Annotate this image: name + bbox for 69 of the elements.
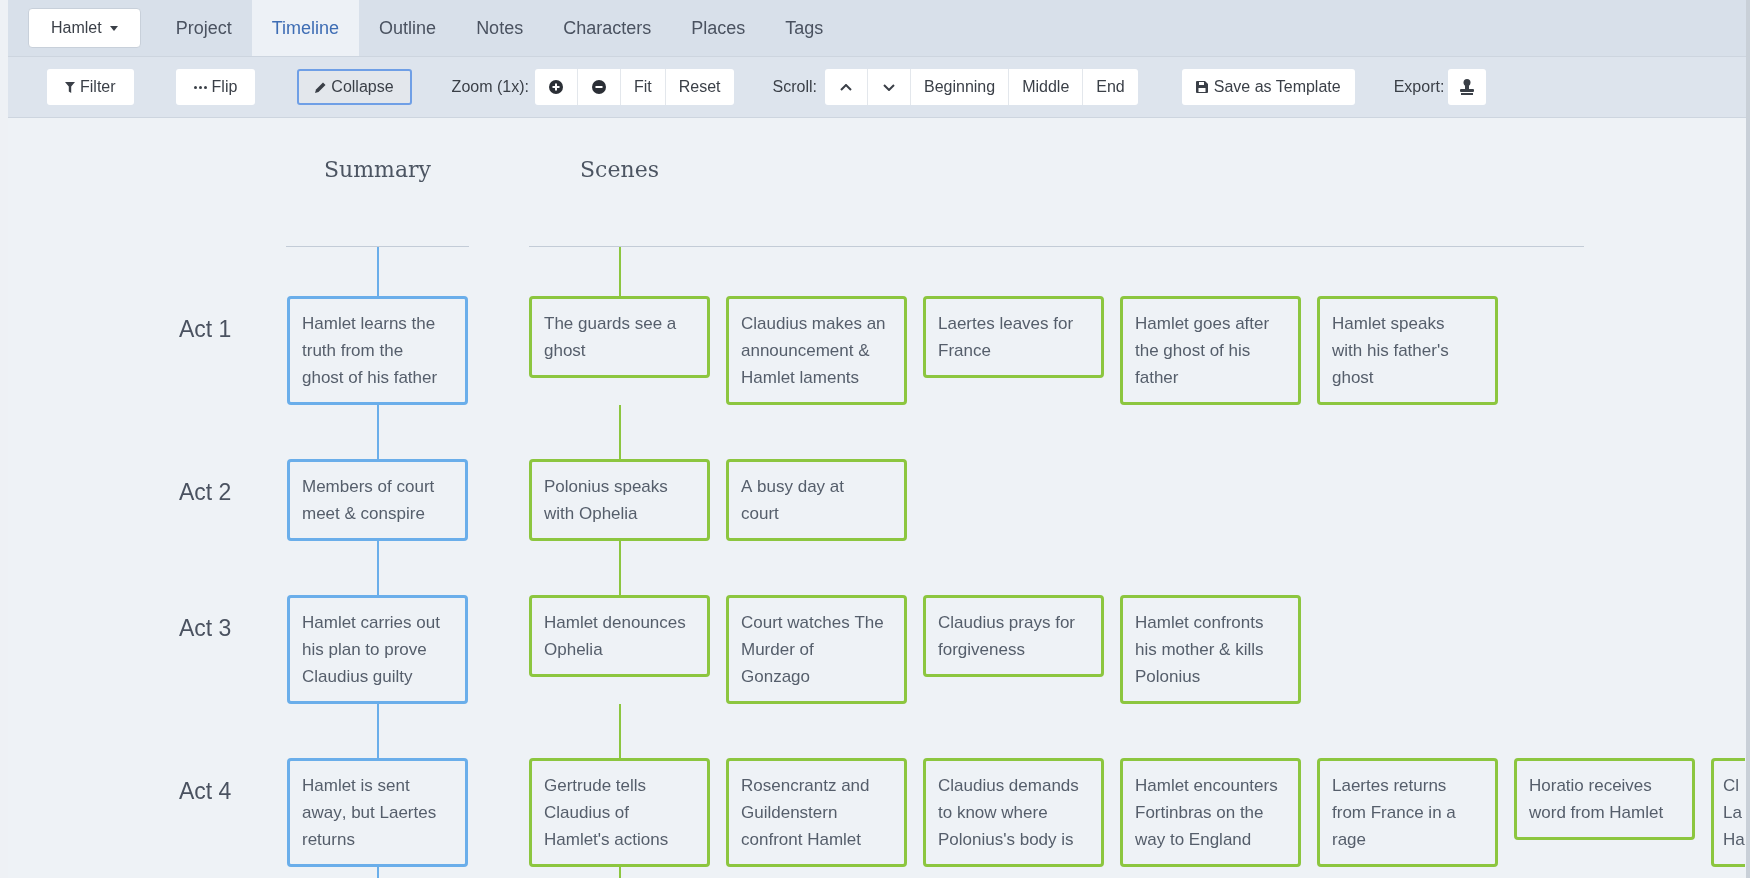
- column-heading: Summary: [323, 156, 432, 184]
- nav-tab[interactable]: Timeline: [251, 0, 360, 56]
- connector-line: [618, 405, 621, 459]
- scene-card[interactable]: Hamlet denounces Ophelia: [529, 595, 710, 677]
- scene-card[interactable]: Horatio receives word from Hamlet: [1514, 758, 1695, 840]
- scene-card[interactable]: Hamlet confronts his mother & kills Polonius: [1120, 595, 1301, 704]
- dots-icon: [193, 85, 207, 89]
- summary-card[interactable]: Hamlet learns the truth from the ghost of his father: [287, 296, 468, 405]
- nav-tab[interactable]: Notes: [456, 0, 544, 56]
- zoom-in-button[interactable]: [534, 69, 577, 105]
- scene-card[interactable]: Claudius makes an announcement & Hamlet laments: [726, 296, 907, 405]
- scene-card[interactable]: Claudius demands to know where Polonius's body is: [923, 758, 1104, 867]
- zoom-label: Zoom (1x):: [451, 77, 529, 97]
- nav-tab[interactable]: Outline: [359, 0, 457, 56]
- chevron-up-icon: [840, 83, 852, 91]
- collapse-button[interactable]: Collapse: [297, 69, 412, 105]
- flip-button[interactable]: Flip: [175, 69, 256, 105]
- save-template-button[interactable]: Save as Template: [1181, 69, 1355, 105]
- chevron-down-icon: [883, 83, 895, 91]
- scroll-option-button[interactable]: Middle: [1008, 69, 1083, 105]
- save-icon: [1195, 81, 1208, 93]
- act-label: Act 2: [179, 478, 233, 507]
- connector-line: [618, 247, 621, 296]
- scene-card[interactable]: A busy day at court: [726, 459, 907, 541]
- column-heading: Scenes: [579, 156, 660, 184]
- nav-tab[interactable]: Tags: [765, 0, 844, 56]
- nav-tab[interactable]: Characters: [543, 0, 672, 56]
- scene-card[interactable]: Court watches The Murder of Gonzago: [726, 595, 907, 704]
- scene-card[interactable]: Hamlet encounters Fortinbras on the way to England: [1120, 758, 1301, 867]
- nav-tab[interactable]: Places: [671, 0, 766, 56]
- scene-card[interactable]: Claudius prays for forgiveness: [923, 595, 1104, 677]
- zoom-out-button[interactable]: [576, 69, 620, 105]
- filter-icon: [65, 81, 75, 93]
- scene-card[interactable]: Hamlet speaks with his father's ghost: [1317, 296, 1498, 405]
- scroll-option-button[interactable]: End: [1082, 69, 1138, 105]
- zoom-option-button[interactable]: Reset: [664, 69, 734, 105]
- export-label: Export:: [1393, 77, 1445, 97]
- scene-card[interactable]: Gertrude tells Claudius of Hamlet's actions: [529, 758, 710, 867]
- connector-line: [376, 247, 379, 296]
- act-label: Act 1: [179, 315, 233, 344]
- zoom-out-icon: [591, 80, 606, 94]
- scene-card[interactable]: Polonius speaks with Ophelia: [529, 459, 710, 541]
- connector-line: [618, 541, 621, 595]
- pencil-icon: [315, 81, 327, 93]
- scroll-label: Scroll:: [772, 77, 817, 97]
- project-dropdown[interactable]: Hamlet: [28, 8, 141, 48]
- scene-card[interactable]: Rosencrantz and Guildenstern confront Hamlet: [726, 758, 907, 867]
- scene-card[interactable]: Cl La Ha: [1711, 758, 1745, 867]
- zoom-option-button[interactable]: Fit: [619, 69, 665, 105]
- summary-card[interactable]: Hamlet is sent away, but Laertes returns: [287, 758, 468, 867]
- act-label: Act 4: [179, 777, 233, 806]
- summary-card[interactable]: Members of court meet & conspire: [287, 459, 468, 541]
- scene-card[interactable]: The guards see a ghost: [529, 296, 710, 378]
- connector-line: [376, 541, 379, 595]
- filter-button[interactable]: Filter: [47, 69, 134, 105]
- stamp-icon: [1460, 79, 1475, 95]
- connector-line: [618, 704, 621, 758]
- scene-card[interactable]: Hamlet goes after the ghost of his father: [1120, 296, 1301, 405]
- summary-card[interactable]: Hamlet carries out his plan to prove Claudius guilty: [287, 595, 468, 704]
- act-label: Act 3: [179, 614, 233, 643]
- scroll-option-button[interactable]: Beginning: [910, 69, 1009, 105]
- export-button[interactable]: [1448, 69, 1487, 105]
- scene-card[interactable]: Laertes returns from France in a rage: [1317, 758, 1498, 867]
- nav-tab[interactable]: Project: [155, 0, 252, 56]
- connector-line: [376, 405, 379, 459]
- zoom-in-icon: [548, 80, 563, 94]
- connector-line: [376, 704, 379, 758]
- caret-icon: [109, 25, 118, 31]
- scene-card[interactable]: Laertes leaves for France: [923, 296, 1104, 378]
